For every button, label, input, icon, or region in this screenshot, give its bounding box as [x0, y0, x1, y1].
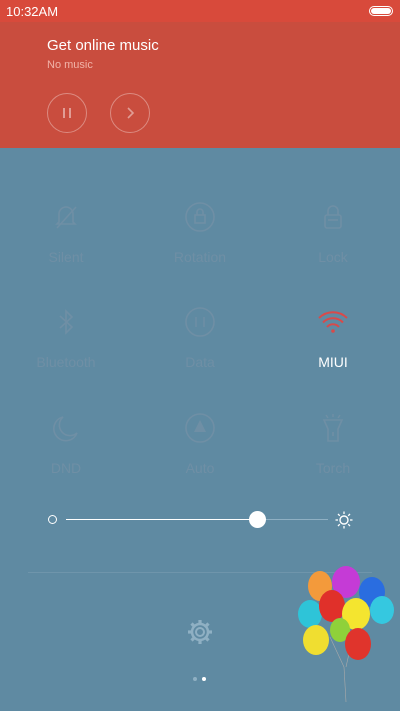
bluetooth-icon [59, 309, 74, 335]
status-bar: 10:32AM [0, 0, 400, 22]
next-button[interactable] [110, 93, 150, 133]
toggle-label: DND [50, 460, 82, 476]
data-icon [185, 307, 215, 337]
moon-icon [53, 416, 78, 442]
chevron-right-icon [127, 107, 135, 119]
page-indicator [193, 677, 207, 683]
balloons-decoration [298, 566, 394, 703]
toggle-torch[interactable]: Torch [278, 411, 388, 491]
status-time: 10:32AM [6, 4, 59, 19]
toggle-label: Data [185, 354, 215, 370]
toggle-label: MIUI [318, 354, 348, 370]
toggle-auto[interactable]: Auto [145, 411, 255, 491]
lock-icon [324, 205, 342, 229]
music-subtitle: No music [47, 59, 93, 71]
battery-icon [369, 6, 393, 16]
pause-icon [63, 108, 71, 118]
music-widget: Get online music No music [0, 22, 400, 148]
brightness-track[interactable] [66, 519, 328, 520]
gear-icon[interactable] [186, 618, 214, 646]
toggle-label: Bluetooth [36, 354, 96, 370]
toggle-label: Auto [185, 460, 215, 476]
auto-brightness-icon [185, 413, 215, 443]
toggle-bluetooth[interactable]: Bluetooth [11, 305, 121, 385]
toggle-label: Torch [315, 460, 351, 476]
music-title[interactable]: Get online music [47, 37, 159, 54]
silent-icon [55, 206, 77, 229]
toggle-rotation[interactable]: Rotation [145, 200, 255, 280]
brightness-low-icon [48, 515, 57, 524]
toggle-data[interactable]: Data [145, 305, 255, 385]
pause-button[interactable] [47, 93, 87, 133]
toggle-label: Rotation [173, 249, 227, 265]
page-dot [193, 677, 197, 681]
brightness-high-icon [335, 511, 353, 529]
page-dot-active [202, 677, 206, 681]
toggle-dnd[interactable]: DND [11, 411, 121, 491]
torch-icon [322, 414, 344, 442]
toggle-label: Silent [48, 249, 84, 265]
toggle-silent[interactable]: Silent [11, 200, 121, 280]
toggle-wifi[interactable]: MIUI [278, 305, 388, 385]
toggle-lock[interactable]: Lock [278, 200, 388, 280]
wifi-icon [318, 311, 348, 333]
brightness-fill [66, 519, 258, 520]
toggle-label: Lock [318, 249, 348, 265]
brightness-thumb[interactable] [248, 511, 266, 528]
rotation-lock-icon [185, 202, 215, 232]
brightness-slider[interactable] [0, 505, 400, 535]
